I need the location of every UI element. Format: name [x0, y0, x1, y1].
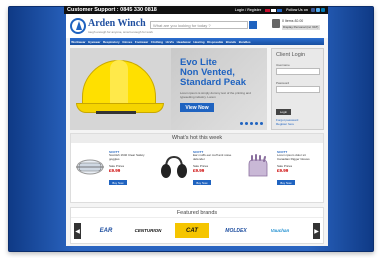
carousel-dot[interactable]: [255, 122, 258, 125]
nav-item-eyewear[interactable]: Eyewear: [87, 38, 102, 45]
product-name[interactable]: Scottish 1640 Clear Safety goggles: [109, 153, 151, 162]
brand-name: Vauchan: [270, 228, 290, 233]
product-card[interactable]: SCOTT Lorem ipsum dolor sit Canadian Rig…: [241, 148, 321, 200]
carousel-dot[interactable]: [240, 122, 243, 125]
nav-item-disposable[interactable]: Disposable: [206, 38, 225, 45]
nav-item-footwear[interactable]: Footwear: [134, 38, 150, 45]
whats-hot-title: What's hot this week: [71, 134, 323, 143]
ear-defenders-image[interactable]: [159, 154, 189, 180]
client-login-title: Client Login: [276, 52, 306, 58]
nav-item-gloves[interactable]: Gloves: [121, 38, 134, 45]
product-price: £9.99: [277, 168, 289, 173]
nav-item-headwear[interactable]: Headwear: [175, 38, 192, 45]
view-now-button[interactable]: View Now: [180, 103, 214, 112]
username-label: Username: [276, 63, 290, 67]
main-navigation: Workwear Eyewear Respiratory Gloves Footwear…: [70, 38, 324, 45]
nav-item-bundles[interactable]: Bundles: [237, 38, 251, 45]
login-button[interactable]: Login: [276, 109, 291, 115]
whats-hot-section: What's hot this week SCOTT Scottish 1640…: [70, 133, 324, 203]
hard-hat-strap: [96, 111, 136, 114]
nav-item-respiratory[interactable]: Respiratory: [102, 38, 121, 45]
carousel-dots[interactable]: [240, 122, 263, 125]
brand-logo-moldex[interactable]: MOLDEX: [219, 223, 253, 238]
basket-icon[interactable]: [272, 19, 280, 28]
hero-description: Lorem ipsum is simply dummy text of the …: [180, 91, 251, 99]
carousel-dot[interactable]: [245, 122, 248, 125]
flag-icon[interactable]: [277, 8, 283, 12]
product-card[interactable]: SCOTT Ear muffs ear muff anti noise defe…: [157, 148, 237, 200]
product-price: £9.99: [109, 168, 121, 173]
brand-name: MOLDEX: [225, 227, 247, 234]
linkedin-icon[interactable]: [321, 8, 325, 12]
safety-goggles-image[interactable]: [75, 154, 105, 180]
follow-us-label: Follow Us on: [286, 8, 308, 12]
hard-hat-ridge: [110, 60, 128, 108]
twitter-icon[interactable]: [316, 8, 320, 12]
password-label: Password: [276, 81, 290, 85]
featured-brands-title: Featured brands: [71, 208, 323, 218]
brand-name: EAR: [99, 227, 113, 234]
arden-winch-logo-icon[interactable]: [70, 18, 86, 34]
brand-logo-vauchan[interactable]: Vauchan: [263, 223, 297, 238]
website: Arden Winch tough enough for anyone, sma…: [66, 14, 328, 246]
rigger-gloves-image[interactable]: [243, 154, 273, 180]
carousel-dot[interactable]: [260, 122, 263, 125]
support-phone: Customer Support : 0845 330 0818: [67, 7, 157, 13]
chevron-right-icon[interactable]: ▶: [313, 223, 320, 239]
username-field[interactable]: [276, 68, 320, 75]
brand-logo-centurion[interactable]: CENTURION: [131, 223, 165, 238]
brand-logo-ear[interactable]: EAR: [89, 223, 123, 238]
nav-item-hearing[interactable]: Hearing: [192, 38, 206, 45]
carousel-dot[interactable]: [250, 122, 253, 125]
search-input[interactable]: What are you looking for today ?: [150, 21, 248, 29]
search-button[interactable]: [249, 21, 257, 29]
vat-display-toggle[interactable]: Display Personal (inc VAT): [282, 25, 320, 30]
site-tagline: tough enough for anyone, smart enough fo…: [88, 30, 153, 34]
login-register-link[interactable]: Login / Register: [235, 8, 261, 12]
site-logo-text[interactable]: Arden Winch: [88, 18, 146, 29]
facebook-icon[interactable]: [311, 8, 315, 12]
hero-banner[interactable]: Evo Lite Non Vented, Standard Peak Lorem…: [70, 48, 267, 130]
hero-title: Evo Lite Non Vented, Standard Peak: [180, 57, 246, 88]
uk-flag-icon[interactable]: [265, 8, 271, 12]
product-card[interactable]: SCOTT Scottish 1640 Clear Safety goggles…: [73, 148, 153, 200]
nav-item-workwear[interactable]: Workwear: [70, 38, 87, 45]
currency-flags[interactable]: [265, 8, 283, 12]
buy-now-button[interactable]: Buy Now: [277, 180, 295, 185]
product-name[interactable]: Lorem ipsum dolor sit Canadian Rigger Gl…: [277, 153, 319, 162]
top-bar: Customer Support : 0845 330 0818 Login /…: [64, 6, 328, 14]
brand-logo-cat[interactable]: CAT: [175, 223, 209, 238]
flag-icon[interactable]: [271, 8, 277, 12]
register-link[interactable]: Register here: [276, 122, 294, 126]
nav-item-clothing[interactable]: Clothing: [150, 38, 165, 45]
nav-item-hi-vis[interactable]: Hi-Vis: [164, 38, 175, 45]
featured-brands-section: Featured brands ◀ ▶ EAR CENTURION CAT MO…: [70, 207, 324, 244]
buy-now-button[interactable]: Buy Now: [193, 180, 211, 185]
brand-name: CENTURION: [134, 228, 162, 233]
chevron-left-icon[interactable]: ◀: [74, 223, 81, 239]
buy-now-button[interactable]: Buy Now: [109, 180, 127, 185]
basket-summary[interactable]: 0 Items £0.00: [282, 19, 303, 23]
brand-name: CAT: [186, 227, 198, 234]
nav-item-brands[interactable]: Brands: [224, 38, 237, 45]
product-price: £9.99: [193, 168, 205, 173]
client-login-panel: Client Login Username Password Login For…: [271, 48, 324, 130]
product-name[interactable]: Ear muffs ear muff anti noise defender: [193, 153, 235, 162]
site-header: Arden Winch tough enough for anyone, sma…: [66, 14, 328, 38]
password-field[interactable]: [276, 86, 320, 93]
